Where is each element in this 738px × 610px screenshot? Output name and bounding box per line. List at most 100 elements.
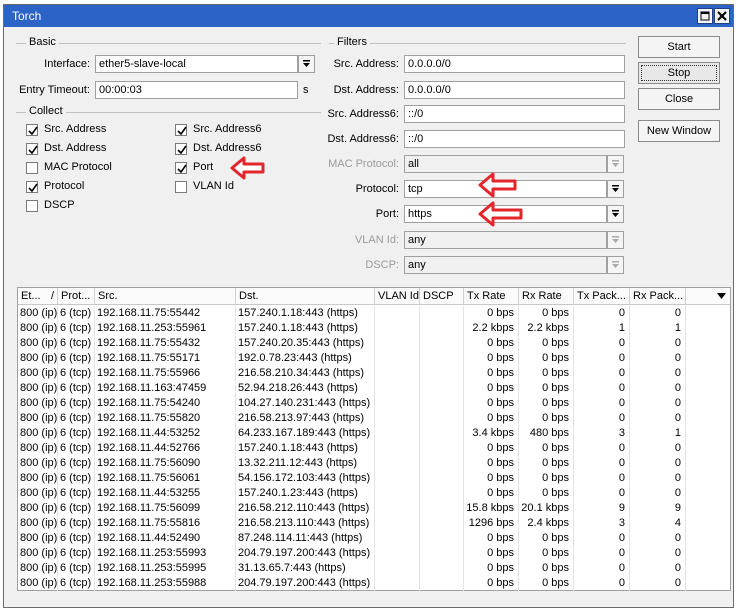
check-icon (28, 126, 38, 136)
cell-rx-packets: 0 (630, 546, 686, 561)
vlan-dropdown-button[interactable] (607, 231, 624, 249)
timeout-unit: s (303, 84, 309, 96)
dscp-dropdown-button[interactable] (607, 256, 624, 274)
dscp-filter-select[interactable]: any (404, 256, 607, 274)
dscp-checkbox[interactable] (26, 200, 38, 212)
cell-protocol: 6 (tcp) (58, 381, 95, 396)
new-window-button[interactable]: New Window (638, 120, 720, 142)
cell-ethertype: 800 (ip) (20, 516, 58, 531)
table-row[interactable]: 800 (ip) 6 (tcp) 192.168.11.44:53252 64.233… (18, 426, 730, 441)
table-row[interactable]: 800 (ip) 6 (tcp) 192.168.11.44:52490 87.248… (18, 531, 730, 546)
cell-tx-packets: 0 (574, 471, 630, 486)
table-row[interactable]: 800 (ip) 6 (tcp) 192.168.11.253:55995 31.13… (18, 561, 730, 576)
table-row[interactable]: 800 (ip) 6 (tcp) 192.168.11.75:55171 192.0.… (18, 351, 730, 366)
table-row[interactable]: 800 (ip) 6 (tcp) 192.168.11.44:52766 157.24… (18, 441, 730, 456)
src-address-filter-input[interactable]: 0.0.0.0/0 (404, 55, 625, 73)
table-row[interactable]: 800 (ip) 6 (tcp) 192.168.11.44:53255 157.24… (18, 486, 730, 501)
cell-protocol: 6 (tcp) (58, 396, 95, 411)
traffic-table[interactable]: Et... / Prot... Src. Dst. VLAN Id DSCP T… (17, 287, 731, 591)
table-row[interactable]: 800 (ip) 6 (tcp) 192.168.11.75:55432 157.24… (18, 336, 730, 351)
cell-tx-rate: 2.2 kbps (464, 321, 519, 336)
col-rx-packets[interactable]: Rx Pack... (630, 288, 686, 304)
cell-vlan-id (375, 441, 420, 456)
table-row[interactable]: 800 (ip) 6 (tcp) 192.168.11.163:47459 52.94… (18, 381, 730, 396)
col-protocol[interactable]: Prot... (58, 288, 95, 304)
cell-tx-packets: 0 (574, 531, 630, 546)
table-row[interactable]: 800 (ip) 6 (tcp) 192.168.11.75:55966 216.58… (18, 366, 730, 381)
mac-protocol-checkbox[interactable] (26, 162, 38, 174)
maximize-icon (700, 11, 710, 21)
table-row[interactable]: 800 (ip) 6 (tcp) 192.168.11.75:55442 157.24… (18, 306, 730, 321)
cell-src: 192.168.11.253:55961 (95, 321, 236, 336)
table-row[interactable]: 800 (ip) 6 (tcp) 192.168.11.75:56061 54.156… (18, 471, 730, 486)
col-ethertype[interactable]: Et... / (18, 288, 58, 304)
table-row[interactable]: 800 (ip) 6 (tcp) 192.168.11.75:54240 104.27… (18, 396, 730, 411)
cell-dst: 31.13.65.7:443 (https) (236, 561, 375, 576)
cell-dscp (420, 366, 464, 381)
dst-address6-filter-input[interactable]: ::/0 (404, 130, 625, 148)
mac-protocol-dropdown-button[interactable] (607, 155, 624, 173)
cell-src: 192.168.11.75:55820 (95, 411, 236, 426)
red-arrow-icon (478, 172, 517, 198)
col-rx-rate[interactable]: Rx Rate (519, 288, 574, 304)
cell-rx-packets: 0 (630, 486, 686, 501)
entry-timeout-input[interactable]: 00:00:03 (95, 81, 298, 99)
cell-protocol: 6 (tcp) (58, 561, 95, 576)
table-row[interactable]: 800 (ip) 6 (tcp) 192.168.11.253:55993 204.7… (18, 546, 730, 561)
chevron-down-icon (717, 293, 726, 299)
cell-rx-packets: 1 (630, 426, 686, 441)
table-row[interactable]: 800 (ip) 6 (tcp) 192.168.11.75:56090 13.32.… (18, 456, 730, 471)
dst-address-filter-input[interactable]: 0.0.0.0/0 (404, 81, 625, 99)
protocol-checkbox[interactable] (26, 181, 38, 193)
port-checkbox[interactable] (175, 162, 187, 174)
cell-rx-packets: 0 (630, 336, 686, 351)
table-row[interactable]: 800 (ip) 6 (tcp) 192.168.11.253:55988 204.7… (18, 576, 730, 591)
col-tx-rate[interactable]: Tx Rate (464, 288, 519, 304)
cell-dscp (420, 336, 464, 351)
table-row[interactable]: 800 (ip) 6 (tcp) 192.168.11.253:55961 157.2… (18, 321, 730, 336)
cell-vlan-id (375, 396, 420, 411)
column-menu[interactable] (686, 288, 730, 304)
stop-button[interactable]: Stop (638, 62, 720, 84)
cell-vlan-id (375, 471, 420, 486)
col-dscp[interactable]: DSCP (420, 288, 464, 304)
cell-rx-rate: 0 bps (519, 456, 574, 471)
cell-rx-packets: 0 (630, 381, 686, 396)
maximize-button[interactable] (697, 8, 713, 24)
dst-address6-checkbox[interactable] (175, 143, 187, 155)
cell-ethertype: 800 (ip) (20, 426, 58, 441)
src-address-filter-label: Src. Address: (333, 58, 399, 70)
close-window-button[interactable] (714, 8, 730, 24)
title-bar[interactable]: Torch (4, 5, 733, 27)
cell-ethertype: 800 (ip) (20, 381, 58, 396)
col-dst[interactable]: Dst. (236, 288, 375, 304)
src-address6-checkbox[interactable] (175, 124, 187, 136)
cell-src: 192.168.11.44:53255 (95, 486, 236, 501)
port-dropdown-button[interactable] (607, 205, 624, 223)
src-address6-filter-input[interactable]: ::/0 (404, 105, 625, 123)
cell-ethertype: 800 (ip) (20, 411, 58, 426)
interface-dropdown-button[interactable] (298, 55, 315, 73)
chevron-down-icon (612, 160, 619, 167)
cell-tx-rate: 0 bps (464, 366, 519, 381)
cell-protocol: 6 (tcp) (58, 471, 95, 486)
table-row[interactable]: 800 (ip) 6 (tcp) 192.168.11.75:55820 216.58… (18, 411, 730, 426)
start-button[interactable]: Start (638, 36, 720, 58)
src-address-checkbox[interactable] (26, 124, 38, 136)
entry-timeout-label: Entry Timeout: (19, 84, 90, 96)
cell-ethertype: 800 (ip) (20, 531, 58, 546)
vlan-id-checkbox[interactable] (175, 181, 187, 193)
table-row[interactable]: 800 (ip) 6 (tcp) 192.168.11.75:56099 216.58… (18, 501, 730, 516)
dst-address-checkbox[interactable] (26, 143, 38, 155)
cell-rx-rate: 2.4 kbps (519, 516, 574, 531)
col-src[interactable]: Src. (95, 288, 236, 304)
protocol-dropdown-button[interactable] (607, 180, 624, 198)
col-tx-packets[interactable]: Tx Pack... (574, 288, 630, 304)
close-button[interactable]: Close (638, 88, 720, 110)
chevron-down-icon (612, 236, 619, 243)
col-vlan-id[interactable]: VLAN Id (375, 288, 420, 304)
table-row[interactable]: 800 (ip) 6 (tcp) 192.168.11.75:55816 216.58… (18, 516, 730, 531)
interface-select[interactable]: ether5-slave-local (95, 55, 298, 73)
cell-tx-packets: 0 (574, 396, 630, 411)
vlan-filter-select[interactable]: any (404, 231, 607, 249)
